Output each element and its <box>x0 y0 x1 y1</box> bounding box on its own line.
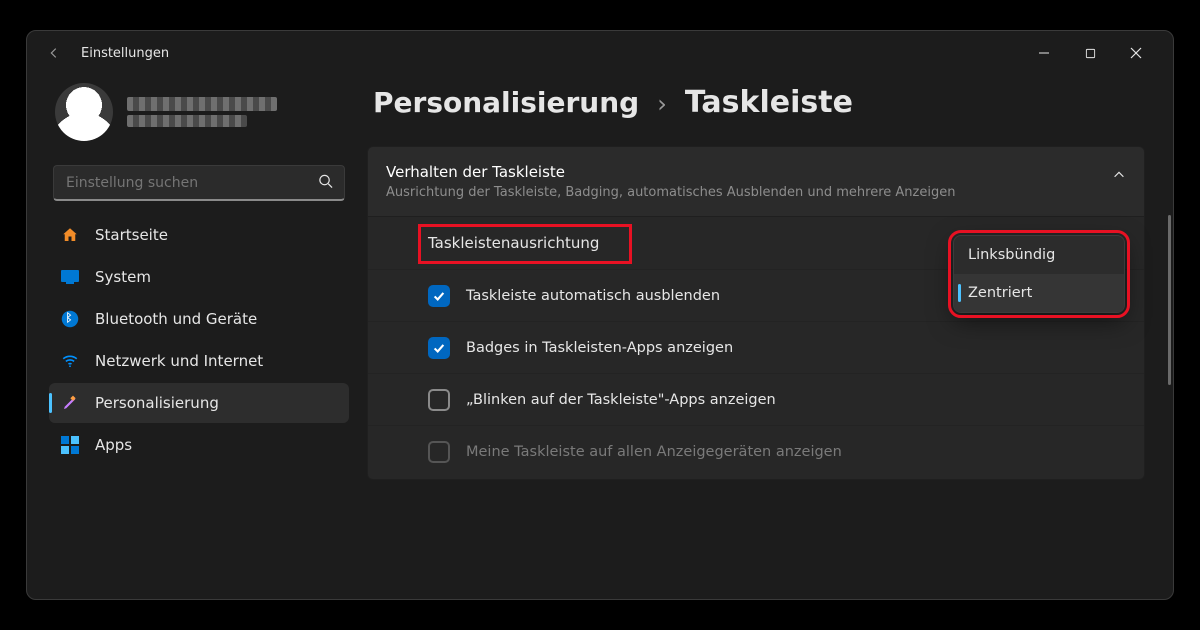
profile-name-blurred <box>127 97 277 111</box>
card-subtitle: Ausrichtung der Taskleiste, Badging, aut… <box>386 185 1088 200</box>
minimize-button[interactable] <box>1021 37 1067 69</box>
taskbar-behavior-card: Verhalten der Taskleiste Ausrichtung der… <box>367 146 1145 480</box>
maximize-icon <box>1085 48 1096 59</box>
home-icon <box>61 226 79 244</box>
row-label: „Blinken auf der Taskleiste"-Apps anzeig… <box>466 392 776 408</box>
sidebar-item-apps[interactable]: Apps <box>49 425 349 465</box>
profile-text <box>127 97 277 127</box>
row-label: Taskleiste automatisch ausblenden <box>466 288 720 304</box>
sidebar-item-label: System <box>95 268 151 286</box>
sidebar-item-system[interactable]: System <box>49 257 349 297</box>
profile-block[interactable] <box>49 75 349 159</box>
sidebar-item-label: Startseite <box>95 226 168 244</box>
breadcrumb-current: Taskleiste <box>685 85 853 120</box>
search-icon <box>318 174 333 193</box>
titlebar: Einstellungen <box>27 31 1173 75</box>
maximize-button[interactable] <box>1067 37 1113 69</box>
row-all-displays: Meine Taskleiste auf allen Anzeigegeräte… <box>368 425 1144 477</box>
personalization-icon <box>61 394 79 412</box>
breadcrumb-separator: › <box>657 90 667 118</box>
row-flashing[interactable]: „Blinken auf der Taskleiste"-Apps anzeig… <box>368 373 1144 425</box>
scrollbar[interactable] <box>1167 215 1171 589</box>
dropdown-option-label: Linksbündig <box>968 247 1055 263</box>
sidebar-item-network[interactable]: Netzwerk und Internet <box>49 341 349 381</box>
card-title: Verhalten der Taskleiste <box>386 163 1088 181</box>
sidebar-item-label: Personalisierung <box>95 394 219 412</box>
sidebar-item-label: Apps <box>95 436 132 454</box>
checkbox-all-displays <box>428 441 450 463</box>
dropdown-option-left[interactable]: Linksbündig <box>954 236 1124 274</box>
arrow-left-icon <box>47 46 61 60</box>
sidebar-item-label: Bluetooth und Geräte <box>95 310 257 328</box>
row-label: Meine Taskleiste auf allen Anzeigegeräte… <box>466 444 842 460</box>
scrollbar-thumb[interactable] <box>1168 215 1171 385</box>
minimize-icon <box>1038 47 1050 59</box>
nav-list: Startseite System Bluetooth und Geräte N… <box>49 215 349 465</box>
breadcrumb: Personalisierung › Taskleiste <box>367 75 1145 146</box>
wifi-icon <box>61 352 79 370</box>
checkbox-auto-hide[interactable] <box>428 285 450 307</box>
profile-email-blurred <box>127 115 247 127</box>
breadcrumb-parent[interactable]: Personalisierung <box>373 86 639 119</box>
settings-window: Einstellungen <box>26 30 1174 600</box>
sidebar-item-bluetooth[interactable]: Bluetooth und Geräte <box>49 299 349 339</box>
dropdown-option-centered[interactable]: Zentriert <box>954 274 1124 312</box>
checkbox-badges[interactable] <box>428 337 450 359</box>
sidebar-item-personalization[interactable]: Personalisierung <box>49 383 349 423</box>
chevron-up-icon <box>1112 167 1126 186</box>
alignment-label: Taskleistenausrichtung <box>428 234 599 252</box>
system-icon <box>61 268 79 286</box>
dropdown-option-label: Zentriert <box>968 285 1032 301</box>
search-input[interactable] <box>53 165 345 201</box>
card-header[interactable]: Verhalten der Taskleiste Ausrichtung der… <box>368 147 1144 216</box>
sidebar: Startseite System Bluetooth und Geräte N… <box>27 75 359 599</box>
avatar <box>55 83 113 141</box>
main-panel: Personalisierung › Taskleiste Verhalten … <box>359 75 1173 599</box>
close-button[interactable] <box>1113 37 1159 69</box>
sidebar-item-label: Netzwerk und Internet <box>95 352 263 370</box>
bluetooth-icon <box>61 310 79 328</box>
alignment-dropdown: Linksbündig Zentriert <box>953 235 1125 313</box>
apps-icon <box>61 436 79 454</box>
app-title: Einstellungen <box>81 46 169 61</box>
row-badges[interactable]: Badges in Taskleisten-Apps anzeigen <box>368 321 1144 373</box>
checkbox-flashing[interactable] <box>428 389 450 411</box>
search-box <box>53 165 345 201</box>
sidebar-item-home[interactable]: Startseite <box>49 215 349 255</box>
row-label: Badges in Taskleisten-Apps anzeigen <box>466 340 733 356</box>
close-icon <box>1130 47 1142 59</box>
back-button[interactable] <box>45 44 63 62</box>
